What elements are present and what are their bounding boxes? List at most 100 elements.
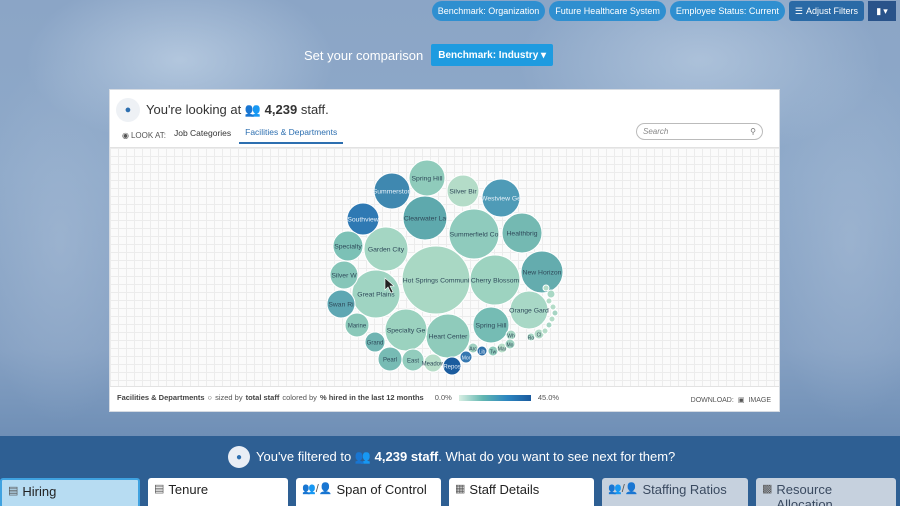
top-bar: Benchmark: Organization Future Healthcar…	[431, 0, 900, 22]
bubble-chart-area[interactable]: Hot Springs Communi Cherry Blossom Summerf…	[110, 147, 779, 387]
chat-bubble-icon: ●	[116, 98, 140, 122]
bubble-silver-w[interactable]: Silver W	[329, 260, 359, 290]
bubble-unlabeled-37[interactable]	[549, 303, 557, 311]
resource-allocation-card[interactable]: ▩ Resource Allocation	[756, 478, 896, 506]
bubble-circle[interactable]	[548, 315, 556, 323]
camera-icon[interactable]: ▣	[738, 396, 745, 404]
bubble-unlabeled-36[interactable]	[545, 297, 553, 305]
bubble-clearwater-la[interactable]: Clearwater La	[402, 195, 448, 241]
bubble-label: Garden City	[368, 247, 405, 254]
search-placeholder: Search	[643, 127, 669, 136]
bubble-circle[interactable]	[541, 327, 549, 335]
bubble-spring-hill[interactable]: Spring Hill	[472, 306, 510, 344]
bubble-unlabeled-35[interactable]	[546, 289, 556, 299]
bubble-circle[interactable]	[542, 284, 550, 292]
bubble-specialty[interactable]: Specialty	[332, 230, 364, 262]
legend-category: Facilities & Departments	[117, 393, 205, 402]
bubble-specialty-ge[interactable]: Specialty Ge	[384, 308, 428, 352]
tenure-card[interactable]: ▤ Tenure	[148, 478, 288, 506]
download-label: DOWNLOAD:	[690, 396, 734, 404]
bubble-arc[interactable]: Arc	[467, 342, 479, 354]
bubble-label: Westview Ge	[481, 196, 521, 203]
tab-job-categories[interactable]: Job Categories	[168, 128, 237, 143]
bubble-grand[interactable]: Grand	[364, 331, 386, 353]
bubble-label: Silver W	[331, 273, 357, 280]
bubble-unlabeled-41[interactable]	[541, 327, 549, 335]
bubble-circle[interactable]	[546, 289, 556, 299]
bubble-unlabeled-38[interactable]	[551, 309, 559, 317]
comparison-label: Set your comparison	[304, 47, 424, 63]
bubble-label: Pearl	[383, 358, 397, 364]
bubble-label: Clearwater La	[404, 216, 447, 223]
search-icon: ⚲	[750, 127, 756, 136]
resource-allocation-label: Resource Allocation	[776, 482, 833, 506]
bubble-mor[interactable]: Mor	[459, 350, 473, 364]
bubble-mo[interactable]: Mo	[504, 338, 516, 350]
panel-header: ● You're looking at 👥 4,239 staff.	[116, 98, 329, 122]
bubble-unlabeled-40[interactable]	[545, 321, 553, 329]
legend-color-metric: % hired in the last 12 months	[319, 393, 424, 402]
span-of-control-card[interactable]: 👥/👤 Span of Control	[296, 478, 441, 506]
bubble-lib[interactable]: Lib	[476, 345, 488, 357]
bubble-circle[interactable]	[551, 309, 559, 317]
bubble-silver-bir[interactable]: Silver Bir	[446, 174, 480, 208]
bubble-orange-gard[interactable]: Orange Gard	[509, 290, 549, 330]
employee-status-label: Employee Status: Current	[675, 6, 779, 16]
bubble-chart-panel: ● You're looking at 👥 4,239 staff. ◉ LOO…	[109, 89, 780, 412]
bubble-unlabeled-42[interactable]	[542, 284, 550, 292]
bubble-label: Wh	[507, 334, 515, 340]
bubble-southview[interactable]: Southview	[346, 202, 380, 236]
bubble-unlabeled-39[interactable]	[548, 315, 556, 323]
bubble-new-horizon[interactable]: New Horizon	[520, 250, 564, 294]
bubble-pearl[interactable]: Pearl	[377, 346, 403, 372]
bubble-repos[interactable]: Repos	[442, 356, 462, 376]
color-scale-bar	[458, 394, 531, 401]
span-of-control-label: Span of Control	[336, 482, 427, 497]
bubble-east[interactable]: East	[401, 348, 425, 372]
bubble-marine[interactable]: Marine	[344, 312, 370, 338]
staffing-ratios-label: Staffing Ratios	[642, 482, 727, 497]
bubble-tw[interactable]: Tw	[487, 345, 499, 357]
staff-details-card[interactable]: ▦ Staff Details	[449, 478, 594, 506]
staffing-ratios-card[interactable]: 👥/👤 Staffing Ratios	[602, 478, 748, 506]
bubble-label: Silver Bir	[449, 189, 477, 196]
tab-facilities-departments[interactable]: Facilities & Departments	[239, 127, 344, 144]
benchmark-industry-dropdown[interactable]: Benchmark: Industry ▾	[431, 44, 554, 66]
bubble-swan-ri[interactable]: Swan Ri	[326, 289, 356, 319]
bubble-label: Meadow	[422, 362, 445, 368]
legend-colored-by: colored by	[282, 393, 317, 402]
download-image-link[interactable]: IMAGE	[748, 397, 771, 404]
search-input[interactable]: Search ⚲	[636, 123, 763, 140]
legend-min: 0.0%	[434, 393, 452, 402]
bubble-label: Summerston	[373, 189, 412, 196]
bubble-circle[interactable]	[545, 321, 553, 329]
system-button[interactable]: Future Healthcare System	[549, 1, 666, 21]
bubble-circle[interactable]	[549, 303, 557, 311]
bubble-westview-ge[interactable]: Westview Ge	[481, 178, 521, 218]
bubble-wh[interactable]: Wh	[505, 329, 517, 341]
bubble-label: Mo	[507, 343, 514, 349]
bubble-circle[interactable]	[545, 297, 553, 305]
bookmark-menu-button[interactable]: ▮ ▾	[868, 1, 896, 21]
employee-status-button[interactable]: Employee Status: Current	[669, 1, 785, 21]
bubble-label: Southview	[347, 217, 378, 224]
next-step-cards: ▤ Hiring ▤ Tenure 👥/👤 Span of Control ▦ …	[0, 478, 896, 506]
bubble-label: Spring Hill	[476, 323, 507, 330]
bubble-label: Heart Center	[429, 334, 469, 341]
adjust-filters-button[interactable]: ☰ Adjust Filters	[788, 1, 864, 21]
table-icon: ▦	[455, 483, 466, 495]
bubble-label: Specialty Ge	[387, 328, 426, 335]
bubble-label: Mar	[498, 347, 507, 353]
bubble-cherry-blossom[interactable]: Cherry Blossom	[469, 254, 521, 306]
bubble-summerston[interactable]: Summerston	[373, 172, 412, 210]
bubble-summerfield-co[interactable]: Summerfield Co	[448, 208, 500, 260]
benchmark-organization-button[interactable]: Benchmark: Organization	[431, 1, 546, 21]
bubble-hot-springs-communi[interactable]: Hot Springs Communi	[401, 245, 471, 315]
bubble-spring-hill[interactable]: Spring Hill	[408, 159, 446, 197]
hiring-card[interactable]: ▤ Hiring	[0, 478, 140, 506]
org-chart-icon: ▩	[762, 483, 773, 495]
bubble-label: Summerfield Co	[450, 232, 499, 239]
bubble-great-plains[interactable]: Great Plains	[351, 269, 401, 319]
bubble-healthbrig[interactable]: Healthbrig	[501, 212, 543, 254]
bubble-label: Tw	[490, 350, 497, 356]
